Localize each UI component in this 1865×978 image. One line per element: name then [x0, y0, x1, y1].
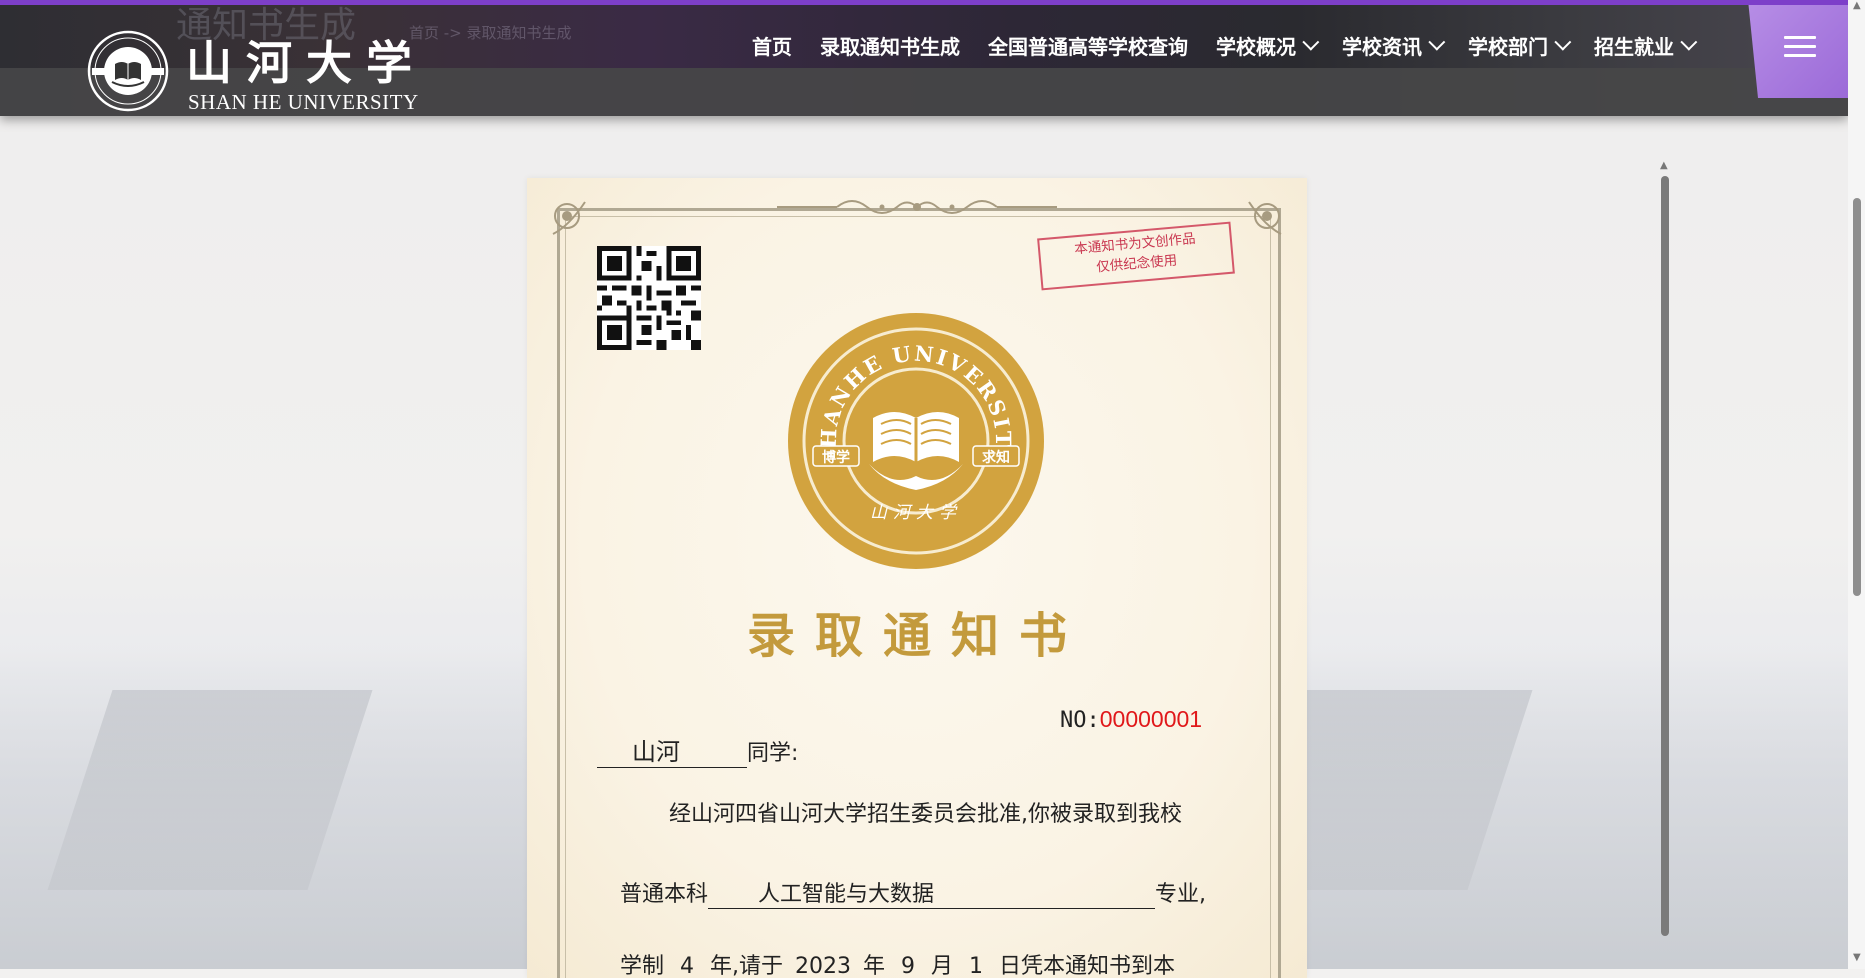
nav-label: 学校资讯: [1342, 34, 1422, 59]
nav-university-query[interactable]: 全国普通高等学校查询: [974, 30, 1202, 60]
corner-ornament-icon: [1248, 201, 1282, 235]
schedule-text: 日凭本通知书到本: [999, 954, 1176, 978]
letter-body-line: 经山河四省山河大学招生委员会批准,你被录取到我校: [669, 802, 1182, 827]
years-field: 4: [671, 954, 703, 978]
university-seal-icon: SHANHE UNIVERSITY 博学 求知 山河大学: [787, 312, 1044, 569]
nav-label: 全国普通高等学校查询: [988, 34, 1188, 59]
nav-school-news[interactable]: 学校资讯: [1328, 30, 1454, 60]
menu-toggle-button[interactable]: [1748, 0, 1848, 98]
scrollbar-thumb[interactable]: [1853, 198, 1861, 596]
logo-name-cn: 山河大学: [186, 36, 426, 90]
certificate-title: 录取通知书: [746, 608, 1087, 664]
admission-letter: 本通知书为文创作品 仅供纪念使用 SHANHE UNIVERSITY 博学 求知…: [527, 178, 1307, 978]
schedule-line: 学制 4 年,请于 2023 年 9 月 1 日凭本通知书到本: [620, 948, 1175, 978]
schedule-text: 学制: [620, 954, 665, 978]
nav-label: 学校概况: [1216, 34, 1296, 59]
nav-employment[interactable]: 招生就业: [1580, 30, 1706, 60]
nav-label: 招生就业: [1594, 34, 1674, 59]
day-field: 1: [960, 954, 992, 978]
content-scrollbar[interactable]: ▲: [1658, 160, 1672, 969]
nav-admission-letter[interactable]: 录取通知书生成: [806, 30, 974, 60]
nav-departments[interactable]: 学校部门: [1454, 30, 1580, 60]
student-line: 山河 同学:: [597, 732, 798, 768]
chevron-down-icon: [1428, 33, 1446, 51]
seal-bottom-text: 山河大学: [870, 503, 962, 523]
nav-label: 学校部门: [1468, 34, 1548, 59]
number-label: NO:: [1060, 708, 1100, 733]
major-line: 普通本科 人工智能与大数据 专业,: [620, 876, 1206, 909]
nav-label: 首页: [752, 34, 792, 59]
page-scrollbar[interactable]: ▲ ▼: [1848, 0, 1865, 969]
corner-ornament-icon: [552, 201, 586, 235]
scroll-up-arrow-icon[interactable]: ▲: [1853, 0, 1861, 11]
chevron-down-icon: [1680, 33, 1698, 51]
hamburger-icon: [1784, 36, 1816, 58]
scroll-up-arrow-icon[interactable]: ▲: [1660, 160, 1668, 171]
university-emblem-icon: [87, 30, 169, 112]
top-accent-bar: [0, 0, 1865, 5]
year-field: 2023: [790, 954, 856, 978]
chevron-down-icon: [1554, 33, 1572, 51]
month-field: 9: [892, 954, 924, 978]
nav-home[interactable]: 首页: [738, 30, 806, 60]
qr-code-icon[interactable]: [597, 246, 701, 350]
ornament-flourish-icon: [777, 200, 1057, 214]
number-value: 00000001: [1099, 706, 1203, 732]
major-suffix: 专业,: [1155, 882, 1207, 907]
nav-label: 录取通知书生成: [820, 34, 960, 59]
certificate-number: NO:00000001: [1060, 706, 1202, 733]
seal-motto-right: 求知: [982, 449, 1010, 466]
nav-school-overview[interactable]: 学校概况: [1202, 30, 1328, 60]
main-nav: 首页 录取通知书生成 全国普通高等学校查询 学校概况 学校资讯 学校部门 招生就…: [738, 30, 1706, 60]
schedule-text: 年,请于: [710, 954, 784, 978]
student-suffix: 同学:: [747, 741, 799, 766]
schedule-text: 年: [863, 954, 886, 978]
site-header: 通知书生成 首页 -> 录取通知书生成 山河大学 SHAN HE UNIVERS…: [0, 0, 1848, 116]
logo-name-en: SHAN HE UNIVERSITY: [188, 90, 419, 114]
seal-motto-left: 博学: [822, 449, 850, 466]
student-name-field: 山河: [597, 732, 747, 768]
major-field: 人工智能与大数据: [708, 876, 1156, 909]
scroll-down-arrow-icon[interactable]: ▼: [1853, 952, 1861, 963]
site-logo[interactable]: 山河大学 SHAN HE UNIVERSITY: [80, 30, 440, 114]
major-prefix: 普通本科: [620, 882, 709, 907]
scrollbar-thumb[interactable]: [1661, 176, 1669, 936]
chevron-down-icon: [1302, 33, 1320, 51]
schedule-text: 月: [931, 954, 954, 978]
